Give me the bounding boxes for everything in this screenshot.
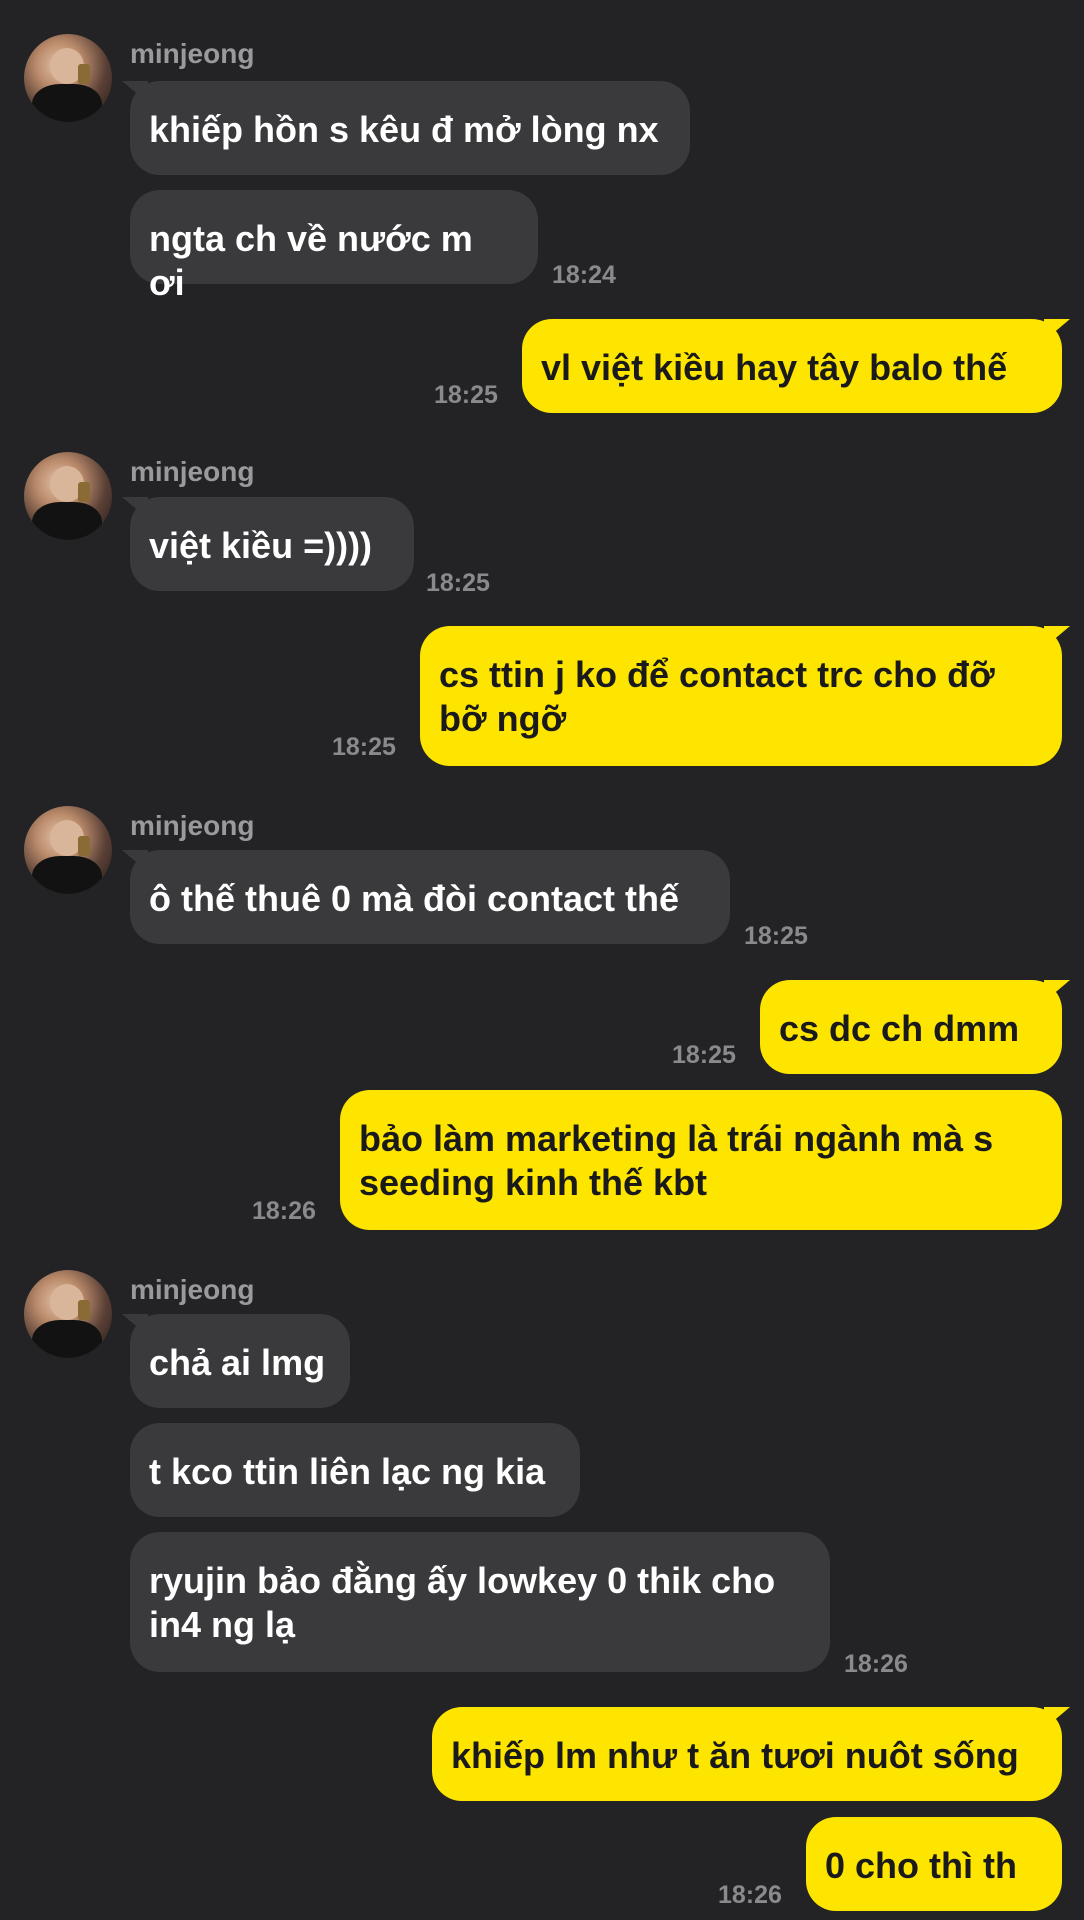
message-timestamp: 18:25 xyxy=(672,1041,736,1069)
sender-name: minjeong xyxy=(130,456,255,487)
message-bubble[interactable]: vl việt kiều hay tây balo thế xyxy=(522,319,1062,413)
sender-name: minjeong xyxy=(130,1274,255,1305)
message-timestamp: 18:25 xyxy=(332,733,396,761)
message-timestamp: 18:26 xyxy=(844,1650,908,1678)
message-timestamp: 18:24 xyxy=(552,261,616,289)
avatar[interactable] xyxy=(24,1270,112,1358)
avatar[interactable] xyxy=(24,806,112,894)
message-bubble[interactable]: việt kiều =)))) xyxy=(130,497,414,591)
message-bubble[interactable]: 0 cho thì th xyxy=(806,1817,1062,1911)
message-bubble[interactable]: ô thế thuê 0 mà đòi contact thế xyxy=(130,850,730,944)
message-bubble[interactable]: ryujin bảo đằng ấy lowkey 0 thik cho in4… xyxy=(130,1532,830,1672)
message-bubble[interactable]: bảo làm marketing là trái ngành mà s see… xyxy=(340,1090,1062,1230)
sender-name: minjeong xyxy=(130,38,255,69)
sender-name: minjeong xyxy=(130,810,255,841)
avatar[interactable] xyxy=(24,452,112,540)
message-bubble[interactable]: ngta ch về nước m ơi xyxy=(130,190,538,303)
message-timestamp: 18:25 xyxy=(426,569,490,597)
message-bubble[interactable]: cs ttin j ko để contact trc cho đỡ bỡ ng… xyxy=(420,626,1062,766)
message-bubble[interactable]: chả ai lmg xyxy=(130,1314,350,1408)
message-bubble[interactable]: t kco ttin liên lạc ng kia xyxy=(130,1423,580,1517)
avatar[interactable] xyxy=(24,34,112,122)
message-bubble[interactable]: khiếp hồn s kêu đ mở lòng nx xyxy=(130,81,690,175)
message-timestamp: 18:25 xyxy=(434,381,498,409)
message-bubble[interactable]: khiếp lm như t ăn tươi nuôt sống xyxy=(432,1707,1062,1801)
message-timestamp: 18:26 xyxy=(718,1881,782,1909)
message-bubble[interactable]: cs dc ch dmm xyxy=(760,980,1062,1074)
message-timestamp: 18:26 xyxy=(252,1197,316,1225)
message-timestamp: 18:25 xyxy=(744,922,808,950)
